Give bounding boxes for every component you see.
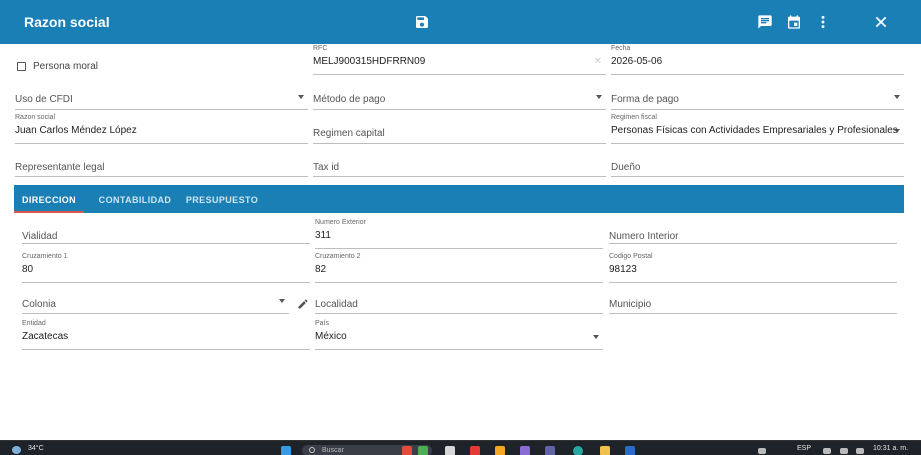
representante-legal-placeholder: Representante legal	[15, 162, 105, 173]
browser-icon[interactable]	[573, 446, 583, 455]
dropdown-arrow-icon[interactable]	[596, 95, 602, 99]
forma-pago-placeholder: Forma de pago	[611, 94, 679, 105]
colonia-placeholder: Colonia	[22, 299, 56, 310]
colonia-select[interactable]: Colonia	[22, 284, 289, 314]
dialog-header: Razon social	[0, 0, 921, 44]
pais-value[interactable]: México	[315, 331, 347, 343]
localidad-placeholder: Localidad	[315, 299, 358, 310]
codigo-postal-label: Codigo Postal	[609, 253, 653, 260]
clock-time[interactable]: 10:31 a. m.	[873, 445, 908, 453]
dueno-placeholder: Dueño	[611, 162, 641, 173]
more-vert-icon[interactable]	[815, 14, 831, 30]
razon-social-label: Razon social	[15, 114, 56, 121]
dropdown-arrow-icon[interactable]	[894, 95, 900, 99]
codigo-postal-value[interactable]: 98123	[609, 264, 637, 276]
app-icon[interactable]	[520, 446, 530, 455]
close-icon[interactable]	[873, 14, 889, 30]
codigo-postal-field[interactable]: Codigo Postal 98123	[609, 253, 897, 283]
regimen-fiscal-label: Regimen fiscal	[611, 114, 657, 121]
representante-legal-field[interactable]: Representante legal	[15, 147, 308, 177]
search-icon	[309, 447, 315, 453]
vialidad-placeholder: Vialidad	[22, 231, 58, 242]
language-indicator[interactable]: ESP	[797, 445, 811, 453]
wifi-icon[interactable]	[758, 448, 766, 454]
forma-pago-select[interactable]: Forma de pago	[611, 80, 904, 110]
save-icon[interactable]	[414, 14, 430, 30]
numero-interior-placeholder: Numero Interior	[609, 231, 679, 242]
dropdown-arrow-icon[interactable]	[279, 299, 285, 303]
pais-select[interactable]: País México	[315, 320, 603, 350]
weather-temp[interactable]: 34°C	[28, 445, 44, 453]
dialog-title: Razon social	[24, 14, 110, 30]
municipio-placeholder: Municipio	[609, 299, 652, 310]
clear-icon[interactable]: ✕	[594, 57, 602, 67]
checkbox-box[interactable]	[17, 62, 26, 71]
dueno-field[interactable]: Dueño	[611, 147, 904, 177]
dropdown-arrow-icon[interactable]	[894, 129, 900, 133]
regimen-fiscal-select[interactable]: Regimen fiscal Personas Físicas con Acti…	[611, 114, 904, 144]
edit-pencil-icon[interactable]	[297, 298, 309, 310]
dropdown-arrow-icon[interactable]	[593, 335, 599, 339]
metodo-pago-select[interactable]: Método de pago	[313, 80, 606, 110]
teams-icon[interactable]	[545, 446, 555, 455]
regimen-fiscal-value[interactable]: Personas Físicas con Actividades Empresa…	[611, 125, 898, 137]
numero-exterior-label: Numero Exterior	[315, 219, 366, 226]
entidad-field[interactable]: Entidad Zacatecas	[22, 320, 310, 350]
folder-icon[interactable]	[600, 446, 610, 455]
app-icon[interactable]	[470, 446, 480, 455]
cruzamiento1-label: Cruzamiento 1	[22, 253, 68, 260]
taskbar-search[interactable]: Buscar	[302, 445, 432, 455]
word-icon[interactable]	[625, 446, 635, 455]
razon-social-field[interactable]: Razon social Juan Carlos Méndez López	[15, 114, 308, 144]
tab-contabilidad[interactable]: CONTABILIDAD	[88, 185, 182, 213]
numero-exterior-value[interactable]: 311	[315, 230, 331, 242]
municipio-field[interactable]: Municipio	[609, 284, 897, 314]
fecha-value[interactable]: 2026-05-06	[611, 56, 662, 68]
windows-start-icon[interactable]	[281, 446, 291, 455]
app-icon[interactable]	[445, 446, 455, 455]
rfc-field[interactable]: RFC MELJ900315HDFRRN09 ✕	[313, 45, 606, 75]
entidad-label: Entidad	[22, 320, 46, 327]
localidad-field[interactable]: Localidad	[315, 284, 603, 314]
regimen-capital-field[interactable]: Regimen capital	[313, 114, 606, 144]
persona-moral-label: Persona moral	[33, 61, 99, 72]
windows-taskbar: 34°C Buscar ESP 10:31 a. m.	[0, 440, 921, 455]
fecha-field[interactable]: Fecha 2026-05-06	[611, 45, 904, 75]
fecha-label: Fecha	[611, 45, 631, 52]
app-icon[interactable]	[495, 446, 505, 455]
razon-social-value[interactable]: Juan Carlos Méndez López	[15, 125, 137, 137]
entidad-value[interactable]: Zacatecas	[22, 331, 68, 343]
metodo-pago-placeholder: Método de pago	[313, 94, 386, 105]
pais-label: País	[315, 320, 330, 327]
cruzamiento1-field[interactable]: Cruzamiento 1 80	[22, 253, 310, 283]
vialidad-field[interactable]: Vialidad	[22, 214, 310, 244]
tax-id-placeholder: Tax id	[313, 162, 340, 173]
chat-icon[interactable]	[757, 14, 773, 30]
network-icon[interactable]	[823, 448, 831, 454]
calendar-icon[interactable]	[786, 14, 802, 30]
search-placeholder: Buscar	[322, 447, 344, 454]
battery-icon[interactable]	[856, 448, 864, 454]
active-tab-indicator	[14, 211, 84, 213]
numero-interior-field[interactable]: Numero Interior	[609, 214, 897, 244]
dropdown-arrow-icon[interactable]	[298, 95, 304, 99]
cruzamiento2-value[interactable]: 82	[315, 264, 326, 276]
cruzamiento1-value[interactable]: 80	[22, 264, 33, 276]
uso-cfdi-placeholder: Uso de CFDI	[15, 94, 73, 105]
numero-exterior-field[interactable]: Numero Exterior 311	[315, 219, 603, 249]
uso-cfdi-select[interactable]: Uso de CFDI	[15, 80, 308, 110]
tab-direccion[interactable]: DIRECCION	[14, 185, 84, 213]
app-icon[interactable]	[418, 446, 428, 455]
regimen-capital-placeholder: Regimen capital	[313, 128, 385, 139]
rfc-label: RFC	[313, 45, 328, 52]
app-icon[interactable]	[402, 446, 412, 455]
weather-icon[interactable]	[12, 446, 21, 454]
tab-presupuesto[interactable]: PRESUPUESTO	[176, 185, 268, 213]
tax-id-field[interactable]: Tax id	[313, 147, 606, 177]
cruzamiento2-label: Cruzamiento 2	[315, 253, 361, 260]
volume-icon[interactable]	[840, 448, 848, 454]
rfc-value[interactable]: MELJ900315HDFRRN09	[313, 56, 425, 68]
tab-bar: DIRECCION CONTABILIDAD PRESUPUESTO	[14, 185, 904, 213]
cruzamiento2-field[interactable]: Cruzamiento 2 82	[315, 253, 603, 283]
